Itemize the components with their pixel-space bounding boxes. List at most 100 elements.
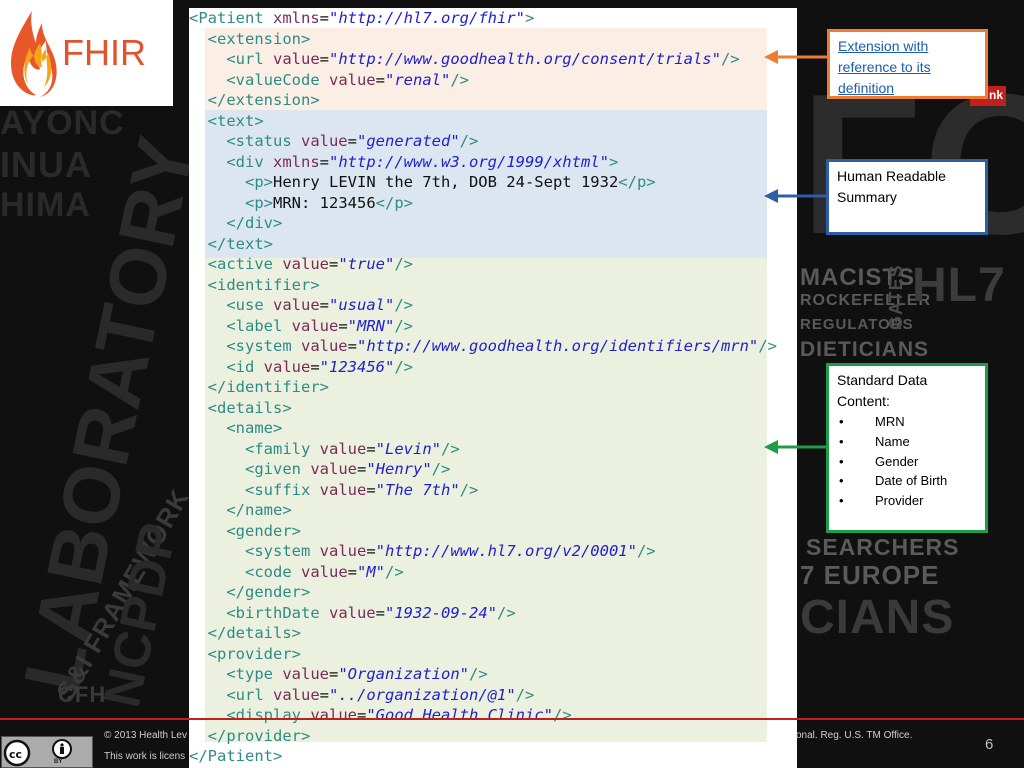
- code-token: <p>: [245, 193, 273, 212]
- code-line: <name>: [189, 418, 797, 439]
- code-token: <url: [226, 685, 273, 704]
- bg-word: 7 EUROPE: [800, 560, 940, 590]
- code-token: =: [338, 316, 348, 335]
- code-line: <status value="generated"/>: [189, 131, 797, 152]
- bg-word: SEARCHERS: [806, 534, 960, 560]
- code-token: <extension>: [207, 29, 311, 48]
- creative-commons-badge[interactable]: cc BY: [1, 736, 93, 768]
- code-token: <code: [245, 562, 301, 581]
- human-readable-callout-line: Human Readable: [837, 168, 946, 184]
- code-token: =: [319, 296, 330, 314]
- code-token: <use: [226, 296, 273, 314]
- code-line: <url value="../organization/@1"/>: [189, 685, 797, 706]
- svg-text:cc: cc: [9, 748, 22, 761]
- code-line: <p>MRN: 123456</p>: [189, 193, 797, 214]
- code-token: =: [347, 562, 358, 581]
- code-token: />: [758, 337, 777, 355]
- code-token: value: [273, 296, 320, 314]
- code-token: <birthDate: [226, 603, 329, 622]
- code-token: value: [310, 706, 357, 724]
- code-token: "1932-09-24": [385, 603, 497, 622]
- code-token: <display: [226, 706, 311, 724]
- extension-callout-line[interactable]: Extension with: [838, 38, 928, 54]
- code-token: />: [394, 316, 414, 335]
- code-token: Henry LEVIN the 7th, DOB 24-Sept 1932: [273, 173, 619, 191]
- cc-icon: cc: [3, 739, 72, 767]
- code-token: "M": [357, 562, 386, 581]
- code-line: <active value="true"/>: [189, 254, 797, 275]
- code-token: "Good Health Clinic": [366, 706, 553, 724]
- code-token: <valueCode: [226, 70, 329, 89]
- code-token: </extension>: [207, 91, 320, 109]
- code-token: <label: [226, 316, 292, 335]
- code-line: <valueCode value="renal"/>: [189, 70, 797, 91]
- code-token: "http://www.goodhealth.org/identifiers/m…: [357, 337, 759, 355]
- code-token: >: [524, 9, 535, 27]
- code-token: value: [300, 132, 348, 150]
- list-item: Name: [837, 432, 977, 452]
- code-token: "true": [338, 255, 395, 273]
- code-token: </p>: [618, 173, 656, 191]
- extension-callout-line[interactable]: definition: [838, 80, 894, 96]
- code-line: </extension>: [189, 90, 797, 111]
- code-token: "http://hl7.org/fhir": [329, 9, 525, 27]
- code-token: />: [459, 480, 479, 499]
- code-line: </details>: [189, 623, 797, 644]
- code-token: />: [459, 132, 479, 150]
- code-token: =: [329, 255, 339, 273]
- code-line: <suffix value="The 7th"/>: [189, 480, 797, 501]
- list-item: Provider: [837, 491, 977, 511]
- code-token: "http://www.hl7.org/v2/0001": [375, 542, 637, 560]
- code-token: </p>: [375, 193, 413, 212]
- code-token: "123456": [319, 357, 395, 376]
- code-token: />: [394, 357, 413, 376]
- code-token: />: [394, 296, 414, 314]
- code-line: </name>: [189, 500, 797, 521]
- code-token: =: [366, 480, 376, 499]
- code-line: <Patient xmlns="http://hl7.org/fhir">: [189, 8, 797, 29]
- code-line: <type value="Organization"/>: [189, 664, 797, 685]
- flame-icon: [10, 11, 57, 97]
- code-token: />: [515, 685, 535, 704]
- code-token: =: [347, 337, 357, 355]
- code-token: xmlns: [273, 9, 320, 27]
- red-tag-text: nk: [988, 88, 1003, 102]
- code-line: <details>: [189, 398, 797, 419]
- code-token: xmlns: [273, 152, 320, 171]
- extension-callout-line[interactable]: reference to its: [838, 59, 931, 75]
- bg-word: AYONC: [0, 104, 125, 142]
- code-line: <display value="Good Health Clinic"/>: [189, 705, 797, 726]
- code-token: "http://www.goodhealth.org/consent/trial…: [329, 50, 721, 68]
- bg-word: INUA: [0, 144, 92, 185]
- code-line: </identifier>: [189, 377, 797, 398]
- extension-callout: Extension with reference to its definiti…: [827, 29, 988, 99]
- license-text: This work is licens: [104, 751, 186, 762]
- code-line: <label value="MRN"/>: [189, 316, 797, 337]
- code-token: <suffix: [245, 480, 320, 499]
- code-line: </Patient>: [189, 746, 797, 767]
- code-token: <p>: [245, 173, 273, 191]
- code-token: value: [282, 665, 329, 683]
- human-readable-callout: Human Readable Summary: [826, 159, 988, 235]
- code-token: />: [552, 706, 572, 724]
- code-token: =: [319, 152, 330, 171]
- code-token: />: [720, 50, 740, 68]
- code-token: "Henry": [366, 460, 432, 478]
- xml-code: <Patient xmlns="http://hl7.org/fhir"> <e…: [189, 8, 797, 767]
- code-token: value: [263, 357, 311, 376]
- code-token: />: [450, 70, 469, 89]
- code-line: <identifier>: [189, 275, 797, 296]
